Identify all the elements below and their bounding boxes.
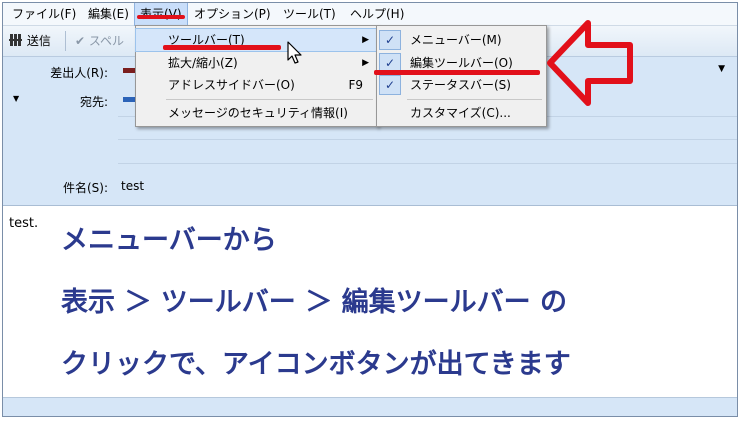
menu-separator [407,99,542,100]
send-icon [9,32,23,46]
recipient-row-divider [118,163,737,164]
submenu-item-label: カスタマイズ(C)... [410,106,511,120]
chevron-right-icon: ▶ [362,58,369,68]
to-label: 宛先: [79,95,108,109]
submenu-item-label: メニューバー(M) [410,33,502,47]
menu-separator [166,99,373,100]
view-menu-dropdown: ツールバー(T) ▶ 拡大/縮小(Z) ▶ アドレスサイドバー(O) F9 メッ… [135,25,378,127]
toolbar-separator [65,31,66,51]
menu-help[interactable]: ヘルプ(H) [345,3,409,25]
message-body[interactable]: test. メニューバーから 表示 ＞ ツールバー ＞ 編集ツールバー の クリ… [3,205,737,397]
submenu-item-customize[interactable]: カスタマイズ(C)... [377,102,546,124]
annotation-underline [137,15,185,19]
menu-view[interactable]: 表示(V) [134,3,188,26]
menu-file[interactable]: ファイル(F) [7,3,81,25]
compose-window: ファイル(F) 編集(E) 表示(V) オプション(P) ツール(T) ヘルプ(… [2,2,738,417]
chevron-right-icon: ▶ [362,35,369,45]
toolbar-submenu: ✓ メニューバー(M) ✓ 編集ツールバー(O) ✓ ステータスバー(S) カス… [376,25,547,127]
view-menu-item-zoom[interactable]: 拡大/縮小(Z) ▶ [136,52,377,74]
view-menu-item-address-sidebar[interactable]: アドレスサイドバー(O) F9 [136,74,377,96]
subject-label: 件名(S): [62,181,108,195]
spell-button[interactable]: ✔ スペル [75,30,124,52]
mouse-cursor-icon [287,41,303,68]
instruction-line-2: 表示 ＞ ツールバー ＞ 編集ツールバー の [61,287,567,318]
menu-edit[interactable]: 編集(E) [83,3,134,25]
submenu-item-menubar[interactable]: ✓ メニューバー(M) [377,29,546,51]
view-menu-item-security-info[interactable]: メッセージのセキュリティ情報(I) [136,102,377,124]
recipient-row-divider [118,139,737,140]
view-menu-item-label: メッセージのセキュリティ情報(I) [168,106,348,120]
checkmark-icon: ✓ [379,30,401,50]
identity-icon [123,68,135,73]
subject-input[interactable]: test [121,179,144,193]
send-label: 送信 [26,34,51,48]
annotation-underline [374,70,540,75]
instruction-line-3: クリックで、アイコンボタンが出てきます [61,349,571,380]
checkmark-icon: ✔ [75,34,86,48]
spell-label: スペル [88,34,125,48]
chevron-down-icon[interactable]: ▼ [718,64,725,74]
send-button[interactable]: 送信 [9,30,51,52]
submenu-item-label: ステータスバー(S) [410,78,511,92]
annotation-arrow-icon [546,17,636,112]
menu-options[interactable]: オプション(P) [189,3,276,25]
instruction-line-1: メニューバーから [61,225,277,256]
checkmark-icon: ✓ [379,75,401,95]
shortcut-label: F9 [348,78,363,92]
statusbar [3,397,737,416]
view-menu-item-label: 拡大/縮小(Z) [168,56,238,70]
address-icon [123,97,135,102]
annotation-underline [163,45,281,50]
menu-tools[interactable]: ツール(T) [278,3,341,25]
view-menu-item-label: アドレスサイドバー(O) [168,78,295,92]
body-text: test. [9,216,39,231]
from-label: 差出人(R): [50,66,108,80]
submenu-item-statusbar[interactable]: ✓ ステータスバー(S) [377,74,546,96]
